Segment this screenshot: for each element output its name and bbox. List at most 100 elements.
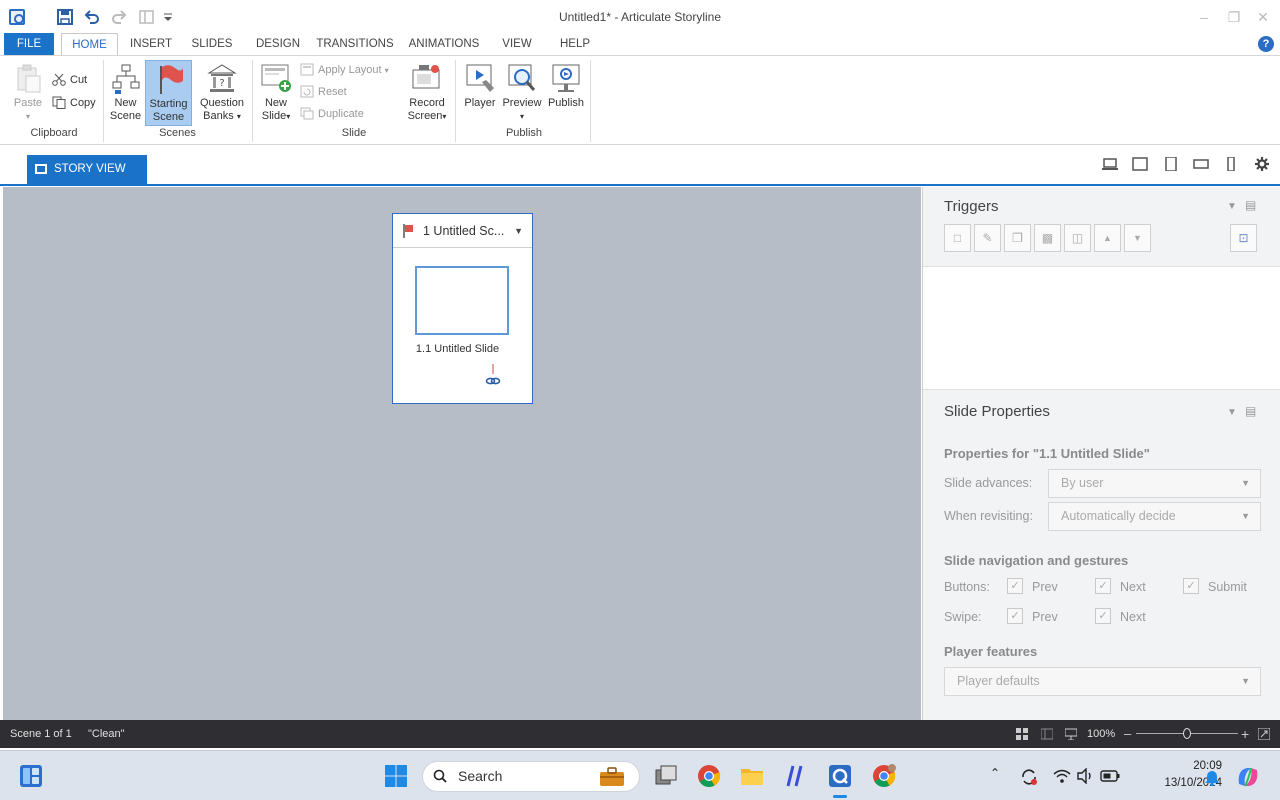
link-icon[interactable]	[485, 364, 501, 386]
record-screen-button[interactable]: Record Screen▾	[403, 60, 451, 126]
search-icon	[433, 769, 447, 783]
show-hidden-icons-chevron[interactable]: ⌃	[990, 766, 1000, 780]
paste-button[interactable]: Paste ▾	[8, 60, 48, 126]
battery-icon[interactable]	[1100, 769, 1120, 783]
preview-button[interactable]: Preview ▾	[500, 60, 544, 126]
tab-insert[interactable]: INSERT	[124, 33, 178, 55]
cut-button[interactable]: Cut	[52, 70, 87, 90]
buttons-prev-checkbox[interactable]: ✓	[1007, 578, 1023, 594]
story-canvas[interactable]: 1 Untitled Sc... ▼ 1.1 Untitled Slide	[3, 187, 921, 720]
buttons-next-checkbox[interactable]: ✓	[1095, 578, 1111, 594]
story-view-tab[interactable]: STORY VIEW	[27, 155, 147, 184]
new-scene-button[interactable]: New Scene	[107, 60, 144, 126]
tab-file[interactable]: FILE	[4, 33, 54, 55]
notification-bell-icon[interactable]	[1204, 768, 1220, 786]
tab-view[interactable]: VIEW	[496, 33, 538, 55]
tab-animations[interactable]: ANIMATIONS	[404, 33, 484, 55]
scene-menu-chevron-icon[interactable]: ▼	[514, 214, 523, 248]
windows-start-icon[interactable]	[384, 764, 408, 788]
slash-app-icon[interactable]	[784, 764, 808, 788]
buttons-submit-checkbox[interactable]: ✓	[1183, 578, 1199, 594]
task-view-icon[interactable]	[654, 764, 678, 788]
file-explorer-icon[interactable]	[740, 764, 764, 788]
copilot-icon[interactable]	[1235, 764, 1261, 790]
question-banks-label-2: Banks	[203, 110, 234, 122]
tablet-landscape-icon[interactable]	[1132, 157, 1148, 171]
tab-slides[interactable]: SLIDES	[186, 33, 238, 55]
slide-properties-undock-icon[interactable]: ▤	[1245, 404, 1256, 418]
slide-advances-value: By user	[1061, 476, 1104, 490]
copy-button[interactable]: Copy	[52, 93, 96, 113]
slide-properties-collapse-icon[interactable]: ▼	[1227, 407, 1237, 418]
wifi-icon[interactable]	[1053, 768, 1071, 784]
desktop-view-icon[interactable]	[1102, 157, 1118, 171]
new-trigger-icon[interactable]: □	[944, 224, 971, 252]
chrome-icon[interactable]	[697, 764, 721, 788]
swipe-prev-checkbox[interactable]: ✓	[1007, 608, 1023, 624]
new-slide-button[interactable]: New Slide▾	[256, 60, 296, 126]
widgets-icon[interactable]	[19, 764, 43, 788]
slide-advances-label: Slide advances:	[944, 476, 1033, 490]
phone-portrait-icon[interactable]	[1223, 157, 1239, 171]
reset-button[interactable]: Reset	[300, 82, 347, 102]
reset-label: Reset	[318, 86, 347, 98]
starting-scene-label-2: Scene	[152, 111, 185, 123]
normal-view-icon[interactable]	[1041, 728, 1053, 740]
chrome-profile-icon[interactable]	[872, 764, 896, 788]
volume-icon[interactable]	[1076, 768, 1094, 784]
scene-header[interactable]: 1 Untitled Sc... ▼	[393, 214, 532, 248]
fit-to-window-icon[interactable]	[1258, 728, 1270, 740]
tab-home[interactable]: HOME	[61, 33, 118, 55]
tab-transitions[interactable]: TRANSITIONS	[314, 33, 396, 55]
when-revisiting-label: When revisiting:	[944, 509, 1033, 523]
slide-master-icon[interactable]	[1065, 728, 1077, 740]
copy-trigger-icon[interactable]: ❐	[1004, 224, 1031, 252]
move-down-icon[interactable]: ▼	[1124, 224, 1151, 252]
apply-layout-button[interactable]: Apply Layout ▾	[300, 60, 389, 80]
svg-text:?: ?	[219, 78, 224, 89]
when-revisiting-select[interactable]: Automatically decide ▼	[1048, 502, 1261, 531]
duplicate-button[interactable]: Duplicate	[300, 104, 364, 124]
swipe-next-checkbox[interactable]: ✓	[1095, 608, 1111, 624]
slide-thumbnail[interactable]	[415, 266, 509, 335]
preview-icon	[508, 64, 536, 91]
paste-icon	[17, 64, 41, 93]
zoom-out-icon[interactable]: –	[1124, 720, 1131, 748]
title-bar: Untitled1* - Articulate Storyline – ❐ ✕	[0, 0, 1280, 34]
zoom-in-icon[interactable]: +	[1241, 720, 1249, 748]
grid-view-icon[interactable]	[1016, 728, 1028, 740]
variables-icon[interactable]: ⊡	[1230, 224, 1257, 252]
close-icon[interactable]: ✕	[1253, 8, 1273, 26]
tab-help[interactable]: HELP	[554, 33, 596, 55]
slide-label: 1.1 Untitled Slide	[415, 343, 500, 355]
restore-icon[interactable]: ❐	[1224, 8, 1244, 26]
help-icon[interactable]: ?	[1258, 36, 1274, 52]
active-app-indicator	[833, 795, 847, 798]
storyline-taskbar-icon[interactable]	[828, 764, 852, 788]
slide-advances-select[interactable]: By user ▼	[1048, 469, 1261, 498]
gear-icon[interactable]	[1254, 157, 1270, 171]
starting-scene-button[interactable]: Starting Scene	[145, 60, 192, 126]
tablet-portrait-icon[interactable]	[1163, 157, 1179, 171]
taskbar-search[interactable]: Search	[422, 761, 640, 792]
publish-button[interactable]: Publish	[545, 60, 587, 126]
edit-trigger-icon[interactable]: ✎	[974, 224, 1001, 252]
delete-trigger-icon[interactable]: ◫	[1064, 224, 1091, 252]
publish-icon	[552, 64, 580, 92]
minimize-icon[interactable]: –	[1194, 8, 1214, 26]
triggers-undock-icon[interactable]: ▤	[1245, 198, 1256, 212]
question-banks-button[interactable]: ? Question Banks ▾	[196, 60, 248, 126]
when-revisiting-value: Automatically decide	[1061, 509, 1176, 523]
record-screen-icon	[412, 65, 440, 89]
tab-design[interactable]: DESIGN	[250, 33, 306, 55]
player-button[interactable]: Player	[462, 60, 498, 126]
zoom-slider-handle[interactable]	[1183, 728, 1191, 739]
phone-landscape-icon[interactable]	[1193, 157, 1209, 171]
triggers-collapse-icon[interactable]: ▼	[1227, 201, 1237, 212]
player-features-select[interactable]: Player defaults ▼	[944, 667, 1261, 696]
paste-trigger-icon[interactable]: ▩	[1034, 224, 1061, 252]
sync-icon[interactable]	[1020, 768, 1038, 786]
move-up-icon[interactable]: ▲	[1094, 224, 1121, 252]
scene-card[interactable]: 1 Untitled Sc... ▼ 1.1 Untitled Slide	[392, 213, 533, 404]
duplicate-label: Duplicate	[318, 108, 364, 120]
